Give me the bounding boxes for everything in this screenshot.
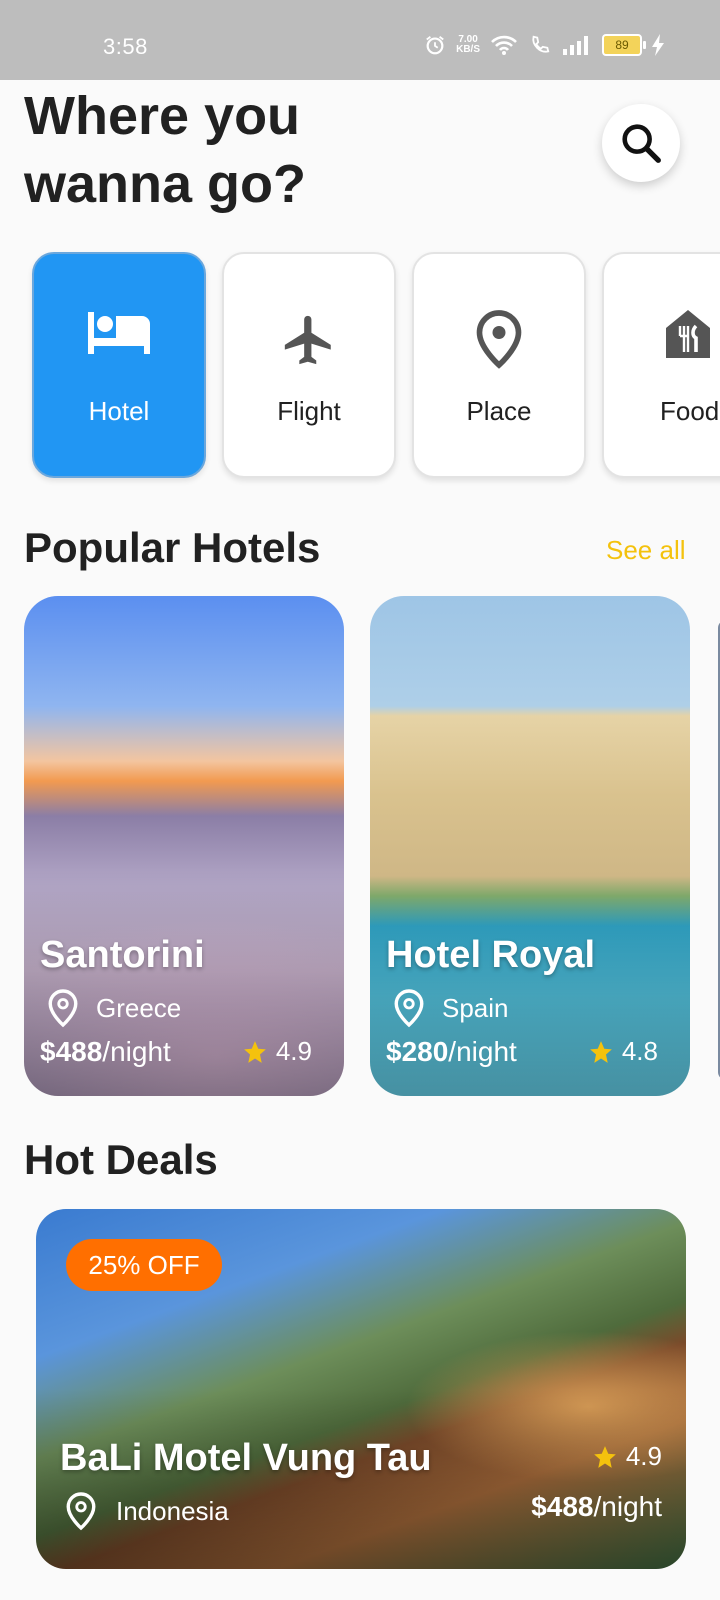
- location-pin-icon: [394, 989, 424, 1028]
- hotel-card[interactable]: Hotel Royal Spain $280/night 4.8: [370, 596, 690, 1096]
- category-flight[interactable]: Flight: [222, 252, 396, 478]
- category-hotel[interactable]: Hotel: [32, 252, 206, 478]
- charging-icon: [652, 34, 664, 56]
- hotel-rating: 4.8: [588, 1036, 658, 1067]
- category-food[interactable]: Food: [602, 252, 720, 478]
- airplane-icon: [284, 315, 331, 365]
- star-icon: [244, 1040, 266, 1063]
- deal-location-text: Indonesia: [116, 1495, 229, 1526]
- discount-badge: 25% OFF: [66, 1239, 222, 1291]
- hotel-price: $488/night: [40, 1036, 171, 1068]
- restaurant-icon: [666, 310, 710, 358]
- hotel-location-text: Greece: [96, 992, 182, 1023]
- hotel-price-unit: /night: [102, 1036, 171, 1067]
- deal-price: $488/night: [531, 1491, 662, 1523]
- hotel-price: $280/night: [386, 1036, 517, 1068]
- wifi-icon: [491, 35, 517, 55]
- network-speed: 7.00 KB/S: [456, 35, 480, 55]
- battery-icon: 89: [602, 34, 646, 56]
- hotel-rating-value: 4.8: [621, 1036, 658, 1066]
- deal-rating: 4.9: [592, 1441, 662, 1472]
- alarm-icon: [426, 36, 444, 55]
- signal-icon: [563, 36, 588, 55]
- status-icons: 7.00 KB/S 89: [424, 34, 664, 56]
- location-pin-icon: [476, 310, 522, 369]
- deal-location: Indonesia: [64, 1491, 229, 1531]
- hotel-name: Santorini: [40, 934, 205, 976]
- deal-rating-value: 4.9: [625, 1441, 662, 1471]
- battery-level: 89: [615, 38, 629, 52]
- deal-price-value: $488: [531, 1491, 594, 1522]
- bed-icon: [88, 312, 150, 354]
- category-label: Hotel: [88, 396, 150, 426]
- hotel-price-value: $488: [40, 1036, 103, 1067]
- search-icon: [622, 124, 661, 163]
- deal-price-unit: /night: [593, 1491, 663, 1522]
- hotel-location-text: Spain: [442, 992, 509, 1023]
- hotel-price-unit: /night: [448, 1036, 517, 1067]
- search-button[interactable]: [602, 104, 680, 182]
- location-pin-icon: [66, 1492, 96, 1531]
- star-icon: [590, 1040, 612, 1063]
- category-label: Place: [466, 396, 532, 426]
- section-title-popular: Popular Hotels: [24, 524, 321, 571]
- call-icon: [532, 35, 550, 53]
- page-title: Where you wanna go?: [24, 86, 306, 214]
- hotel-price-value: $280: [386, 1036, 449, 1067]
- star-icon: [594, 1445, 616, 1468]
- see-all-link[interactable]: See all: [606, 535, 686, 566]
- hotel-location: Greece: [46, 988, 181, 1028]
- network-speed-unit: KB/S: [456, 44, 480, 55]
- hotel-name: Hotel Royal: [386, 934, 596, 976]
- location-pin-icon: [48, 989, 78, 1028]
- section-title-hot-deals: Hot Deals: [24, 1136, 218, 1183]
- hotel-card[interactable]: Santorini Greece $488/night 4.9: [24, 596, 344, 1096]
- category-label: Food: [660, 396, 720, 426]
- status-time: 3:58: [103, 34, 148, 59]
- status-bar: 3:58 7.00 KB/S 89: [0, 0, 720, 80]
- deal-card[interactable]: 25% OFF BaLi Motel Vung Tau Indonesia 4.…: [36, 1209, 686, 1569]
- category-label: Flight: [277, 396, 341, 426]
- hotel-rating: 4.9: [242, 1036, 312, 1067]
- hotel-rating-value: 4.9: [275, 1036, 312, 1066]
- category-place[interactable]: Place: [412, 252, 586, 478]
- hotel-location: Spain: [392, 988, 509, 1028]
- deal-name: BaLi Motel Vung Tau: [60, 1437, 432, 1479]
